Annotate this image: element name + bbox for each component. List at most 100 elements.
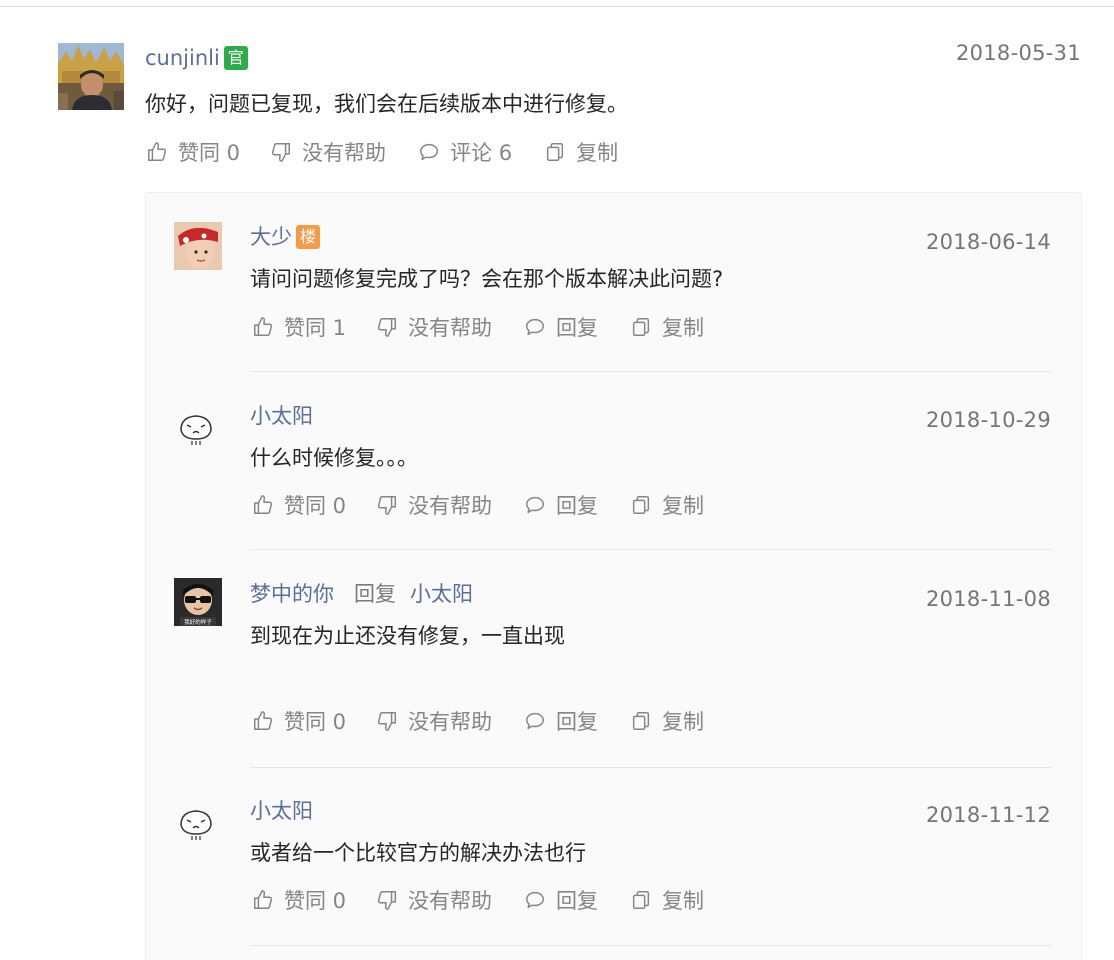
dislike-button[interactable]: 没有帮助 — [376, 885, 492, 915]
like-button[interactable]: 赞同 1 — [252, 312, 346, 342]
reply-author[interactable]: 大少楼 — [250, 221, 320, 251]
copy-label: 复制 — [576, 141, 619, 165]
comment-text: 你好，问题已复现，我们会在后续版本中进行修复。 — [145, 92, 628, 116]
like-label: 赞同 0 — [284, 889, 347, 913]
avatar[interactable] — [176, 803, 216, 843]
reply-text: 请问问题修复完成了吗？会在那个版本解决此问题? — [250, 267, 724, 291]
avatar-caption: 我好的样子 — [184, 618, 212, 626]
comment-author[interactable]: cunjinli 官 — [145, 46, 248, 70]
reply-button[interactable]: 回复 — [524, 885, 598, 915]
thumbs-down-icon — [377, 891, 397, 910]
copy-label: 复制 — [662, 889, 705, 913]
like-button[interactable]: 赞同 0 — [252, 490, 346, 520]
comment-actions: 赞同 0 没有帮助 评论 6 复制 — [146, 137, 618, 167]
reply-date: 2018-06-14 — [925, 230, 1051, 254]
reply-label: 回复 — [556, 710, 599, 734]
author-name[interactable]: 梦中的你 — [250, 582, 334, 606]
speech-bubble-icon — [526, 891, 545, 909]
dislike-button[interactable]: 没有帮助 — [376, 490, 492, 520]
speech-bubble-icon — [526, 712, 545, 730]
reply-actions: 赞同 0 没有帮助 回复 复制 — [252, 885, 704, 915]
thumbs-down-icon — [271, 143, 291, 162]
thumbs-down-icon — [377, 496, 397, 515]
reply-author[interactable]: 小太阳 — [250, 795, 313, 825]
reply-label: 回复 — [556, 316, 599, 340]
speech-bubble-icon — [526, 318, 545, 336]
reply-actions: 赞同 0 没有帮助 回复 复制 — [252, 490, 704, 520]
dislike-label: 没有帮助 — [408, 316, 493, 340]
copy-icon — [632, 318, 650, 336]
dislike-label: 没有帮助 — [408, 889, 493, 913]
thumbs-up-icon — [148, 142, 167, 161]
avatar-photo — [174, 222, 222, 270]
author-name[interactable]: 大少 — [250, 225, 292, 249]
reply-date: 2018-11-08 — [925, 587, 1051, 611]
avatar[interactable] — [176, 408, 216, 448]
reply-text: 到现在为止还没有修复，一直出现 — [250, 624, 565, 648]
like-label: 赞同 0 — [284, 710, 347, 734]
speech-bubble-icon — [420, 143, 439, 161]
copy-icon — [632, 712, 650, 730]
like-label: 赞同 0 — [178, 141, 241, 165]
copy-button[interactable]: 复制 — [544, 137, 618, 167]
like-label: 赞同 1 — [284, 316, 347, 340]
reply-divider — [250, 767, 1052, 768]
reply-divider — [250, 549, 1052, 550]
avatar-doodle-face — [176, 803, 216, 843]
thumbs-down-icon — [377, 712, 397, 731]
reply-text: 什么时候修复。。。 — [250, 446, 418, 470]
copy-label: 复制 — [662, 316, 705, 340]
copy-icon — [632, 496, 650, 514]
like-button[interactable]: 赞同 0 — [252, 885, 346, 915]
copy-button[interactable]: 复制 — [630, 706, 704, 736]
reply-date: 2018-11-12 — [925, 803, 1051, 827]
op-badge: 楼 — [296, 225, 320, 249]
dislike-button[interactable]: 没有帮助 — [376, 706, 492, 736]
dislike-label: 没有帮助 — [302, 141, 387, 165]
reply-divider — [250, 945, 1052, 946]
dislike-button[interactable]: 没有帮助 — [270, 137, 386, 167]
thumbs-down-icon — [377, 318, 397, 337]
reply-button[interactable]: 回复 — [524, 312, 598, 342]
copy-icon — [547, 143, 564, 161]
comment-date: 2018-05-31 — [955, 41, 1081, 65]
reply-button[interactable]: 回复 — [524, 706, 598, 736]
like-label: 赞同 0 — [284, 494, 347, 518]
reply-label: 回复 — [556, 494, 599, 518]
reply-label: 回复 — [556, 889, 599, 913]
copy-label: 复制 — [662, 494, 705, 518]
reply-divider — [250, 371, 1052, 372]
avatar-photo — [58, 43, 124, 110]
reply-button[interactable]: 回复 — [524, 490, 598, 520]
comment-button[interactable]: 评论 6 — [418, 137, 512, 167]
official-badge: 官 — [223, 46, 248, 70]
reply-author-line: 梦中的你 回复 小太阳 — [250, 578, 473, 608]
thumbs-up-icon — [254, 890, 273, 909]
copy-button[interactable]: 复制 — [630, 885, 704, 915]
avatar-doodle-face — [176, 408, 216, 448]
reply-text: 或者给一个比较官方的解决办法也行 — [250, 841, 586, 865]
dislike-button[interactable]: 没有帮助 — [376, 312, 492, 342]
copy-label: 复制 — [662, 710, 705, 734]
top-divider — [0, 6, 1114, 7]
avatar[interactable] — [174, 222, 222, 270]
copy-icon — [632, 891, 650, 909]
copy-button[interactable]: 复制 — [630, 490, 704, 520]
reply-actions: 赞同 0 没有帮助 回复 复制 — [252, 706, 704, 736]
copy-button[interactable]: 复制 — [630, 312, 704, 342]
dislike-label: 没有帮助 — [408, 710, 493, 734]
like-button[interactable]: 赞同 0 — [252, 706, 346, 736]
thumbs-up-icon — [254, 317, 273, 336]
speech-bubble-icon — [526, 496, 545, 514]
reply-date: 2018-10-29 — [925, 408, 1051, 432]
avatar[interactable]: 我好的样子 — [174, 578, 222, 626]
dislike-label: 没有帮助 — [408, 494, 493, 518]
avatar[interactable] — [58, 43, 124, 110]
like-button[interactable]: 赞同 0 — [146, 137, 240, 167]
thumbs-up-icon — [254, 711, 273, 730]
avatar-photo: 我好的样子 — [174, 578, 222, 626]
reply-to-user[interactable]: 小太阳 — [410, 582, 473, 606]
author-name[interactable]: cunjinli — [145, 46, 220, 70]
reply-author[interactable]: 小太阳 — [250, 400, 313, 430]
reply-actions: 赞同 1 没有帮助 回复 复制 — [252, 312, 704, 342]
